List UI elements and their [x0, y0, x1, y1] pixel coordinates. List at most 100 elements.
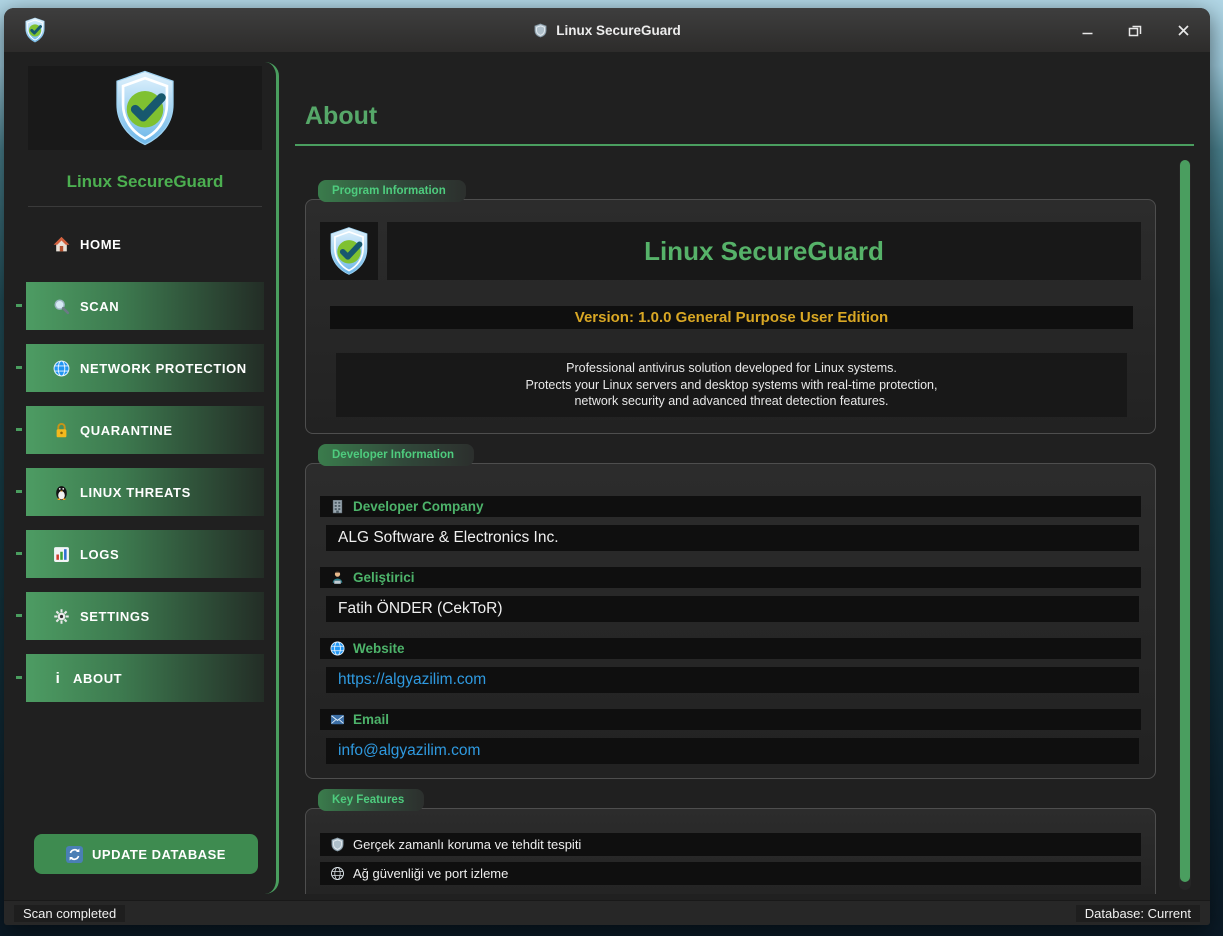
title-rule: [295, 144, 1194, 146]
main-content: About Program Information Linux SecureGu…: [295, 62, 1194, 894]
sidebar-item-label: ABOUT: [73, 671, 264, 686]
refresh-icon: [66, 846, 83, 863]
sidebar-logo-icon: [106, 69, 184, 147]
sidebar-item-logs[interactable]: LOGS: [26, 530, 264, 578]
sidebar-item-label: LOGS: [80, 547, 264, 562]
scroll-area: Program Information Linux SecureGuard Ve…: [295, 148, 1194, 894]
gear-icon: [53, 608, 70, 625]
program-title: Linux SecureGuard: [387, 222, 1141, 280]
scrollbar[interactable]: [1179, 160, 1191, 890]
field-label: Website: [320, 638, 1141, 659]
email-link[interactable]: info@algyazilim.com: [326, 738, 1139, 764]
app-logo-icon: [22, 17, 48, 43]
title-bar: Linux SecureGuard: [4, 8, 1210, 52]
program-information-group: Program Information Linux SecureGuard Ve…: [305, 180, 1156, 434]
program-logo-box: [320, 222, 378, 280]
minimize-button[interactable]: [1078, 21, 1096, 39]
developer-company-value: ALG Software & Electronics Inc.: [326, 525, 1139, 551]
field-label-text: Email: [353, 712, 389, 727]
field-label-text: Developer Company: [353, 499, 484, 514]
maximize-icon: [1128, 23, 1142, 37]
app-body: Linux SecureGuard HOME SCAN: [4, 52, 1210, 900]
status-bar: Scan completed Database: Current: [4, 900, 1210, 925]
description-line: Professional antivirus solution develope…: [336, 360, 1127, 377]
field-label: Geliştirici: [320, 567, 1141, 588]
sidebar-item-about[interactable]: i ABOUT: [26, 654, 264, 702]
home-icon: [53, 236, 70, 253]
description-line: Protects your Linux servers and desktop …: [336, 377, 1127, 394]
sidebar-item-linux-threats[interactable]: LINUX THREATS: [26, 468, 264, 516]
program-information-tab: Program Information: [318, 180, 466, 202]
website-link[interactable]: https://algyazilim.com: [326, 667, 1139, 693]
sidebar-item-scan[interactable]: SCAN: [26, 282, 264, 330]
database-status: Database: Current: [1076, 905, 1200, 922]
program-version: Version: 1.0.0 General Purpose User Edit…: [330, 306, 1133, 329]
sidebar-item-quarantine[interactable]: QUARANTINE: [26, 406, 264, 454]
window-controls: [1078, 21, 1192, 39]
update-database-button[interactable]: UPDATE DATABASE: [34, 834, 258, 874]
developer-person-field: Geliştirici Fatih ÖNDER (CekToR): [320, 567, 1141, 622]
sidebar-item-settings[interactable]: SETTINGS: [26, 592, 264, 640]
email-icon: [330, 712, 345, 727]
field-label-text: Geliştirici: [353, 570, 415, 585]
maximize-button[interactable]: [1126, 21, 1144, 39]
minimize-icon: [1081, 24, 1094, 37]
sidebar-item-label: QUARANTINE: [80, 423, 264, 438]
field-label-text: Website: [353, 641, 405, 656]
website-field: Website https://algyazilim.com: [320, 638, 1141, 693]
shield-icon: [330, 837, 345, 852]
window-title-text: Linux SecureGuard: [556, 23, 681, 38]
program-information-box: Linux SecureGuard Version: 1.0.0 General…: [305, 199, 1156, 434]
sidebar-spacer: [26, 716, 264, 834]
close-icon: [1177, 24, 1190, 37]
globe-outline-icon: [330, 866, 345, 881]
info-icon: i: [53, 670, 63, 687]
description-line: network security and advanced threat det…: [336, 393, 1127, 410]
scrollbar-thumb[interactable]: [1180, 160, 1190, 882]
developer-information-group: Developer Information: [305, 444, 1156, 779]
sidebar-app-name: Linux SecureGuard: [26, 172, 264, 192]
page-title: About: [305, 102, 1194, 131]
field-label: Developer Company: [320, 496, 1141, 517]
field-label: Email: [320, 709, 1141, 730]
program-logo-row: Linux SecureGuard: [320, 222, 1141, 280]
sidebar-item-label: HOME: [80, 237, 264, 252]
feature-text: Ağ güvenliği ve port izleme: [353, 866, 508, 881]
email-field: Email info@algyazilim.com: [320, 709, 1141, 764]
building-icon: [330, 499, 345, 514]
feature-realtime-protection: Gerçek zamanlı koruma ve tehdit tespiti: [320, 833, 1141, 856]
shield-icon: [533, 23, 548, 38]
sidebar-item-label: SETTINGS: [80, 609, 264, 624]
feature-network-security: Ağ güvenliği ve port izleme: [320, 862, 1141, 885]
lock-icon: [53, 422, 70, 439]
globe-icon: [53, 360, 70, 377]
sidebar-item-home[interactable]: HOME: [26, 220, 264, 268]
developer-information-tab: Developer Information: [318, 444, 474, 466]
sidebar-item-label: SCAN: [80, 299, 264, 314]
program-description: Professional antivirus solution develope…: [336, 353, 1127, 417]
developer-company-field: Developer Company ALG Software & Electro…: [320, 496, 1141, 551]
window-title: Linux SecureGuard: [4, 23, 1210, 38]
sidebar: Linux SecureGuard HOME SCAN: [18, 62, 279, 894]
penguin-icon: [53, 484, 70, 501]
developer-person-value: Fatih ÖNDER (CekToR): [326, 596, 1139, 622]
program-logo-icon: [324, 226, 374, 276]
sidebar-item-label: LINUX THREATS: [80, 485, 264, 500]
search-icon: [53, 298, 70, 315]
status-message: Scan completed: [14, 905, 125, 922]
sidebar-divider: [28, 206, 262, 207]
sidebar-item-label: NETWORK PROTECTION: [80, 361, 264, 376]
developer-information-box: Developer Company ALG Software & Electro…: [305, 463, 1156, 779]
app-window: Linux SecureGuard Linux SecureGuard: [4, 8, 1210, 925]
developer-icon: [330, 570, 345, 585]
close-button[interactable]: [1174, 21, 1192, 39]
sidebar-item-network-protection[interactable]: NETWORK PROTECTION: [26, 344, 264, 392]
globe-icon: [330, 641, 345, 656]
feature-text: Gerçek zamanlı koruma ve tehdit tespiti: [353, 837, 581, 852]
key-features-box: Gerçek zamanlı koruma ve tehdit tespiti …: [305, 808, 1156, 895]
key-features-group: Key Features Gerçek zamanlı koruma ve te…: [305, 789, 1156, 895]
key-features-tab: Key Features: [318, 789, 424, 811]
sidebar-nav: HOME SCAN NETWORK PROTECTION: [26, 220, 264, 716]
sidebar-logo-box: [28, 66, 262, 150]
chart-icon: [53, 546, 70, 563]
